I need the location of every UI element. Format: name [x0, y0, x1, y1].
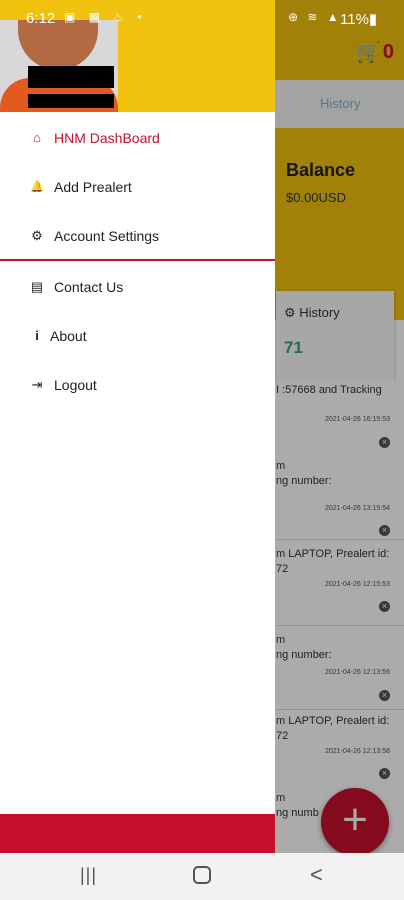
logout-icon: ⇥ — [31, 376, 43, 392]
menu-item-label: Add Prealert — [54, 178, 132, 195]
menu-item-label: HNM DashBoard — [54, 129, 160, 146]
contact-card-icon: ▤ — [30, 278, 44, 294]
home-icon: ⌂ — [33, 130, 41, 145]
user-email-redacted — [28, 94, 114, 108]
menu-item-label: Account Settings — [54, 227, 160, 244]
status-bar: 6:12 ▣ ▩ ♨ • ⊕ ≋ ▲ 11%▮ — [0, 0, 404, 36]
info-icon: i — [35, 328, 39, 343]
menu-item-logout[interactable]: ⇥ Logout — [0, 360, 275, 409]
bell-icon: 🔔 — [30, 181, 44, 193]
menu-item-contact-us[interactable]: ▤ Contact Us — [0, 262, 275, 311]
battery-status: 11%▮ — [340, 11, 378, 28]
notification-icons: ▣ ▩ ♨ • — [64, 10, 147, 24]
signal-icons: ⊕ ≋ ▲ — [288, 10, 342, 24]
menu-item-add-prealert[interactable]: 🔔 Add Prealert — [0, 162, 275, 211]
menu-item-account-settings[interactable]: ⚙ Account Settings — [0, 211, 275, 260]
menu-item-label: About — [50, 327, 87, 344]
menu-divider — [0, 259, 275, 261]
back-button[interactable]: < — [310, 862, 323, 888]
status-time: 6:12 — [26, 10, 56, 27]
recent-apps-button[interactable]: ||| — [80, 865, 97, 886]
home-button[interactable] — [193, 866, 211, 884]
menu-item-dashboard[interactable]: ⌂ HNM DashBoard — [0, 113, 275, 162]
system-nav-bar: ||| < — [0, 853, 404, 900]
menu-item-label: Logout — [54, 376, 97, 393]
gear-icon: ⚙ — [31, 227, 43, 243]
drawer-footer — [0, 814, 275, 853]
user-name-redacted — [28, 66, 114, 88]
menu-item-label: Contact Us — [54, 278, 124, 295]
navigation-drawer: ⌂ HNM DashBoard 🔔 Add Prealert ⚙ Account… — [0, 0, 275, 853]
menu-item-about[interactable]: i About — [0, 311, 275, 360]
